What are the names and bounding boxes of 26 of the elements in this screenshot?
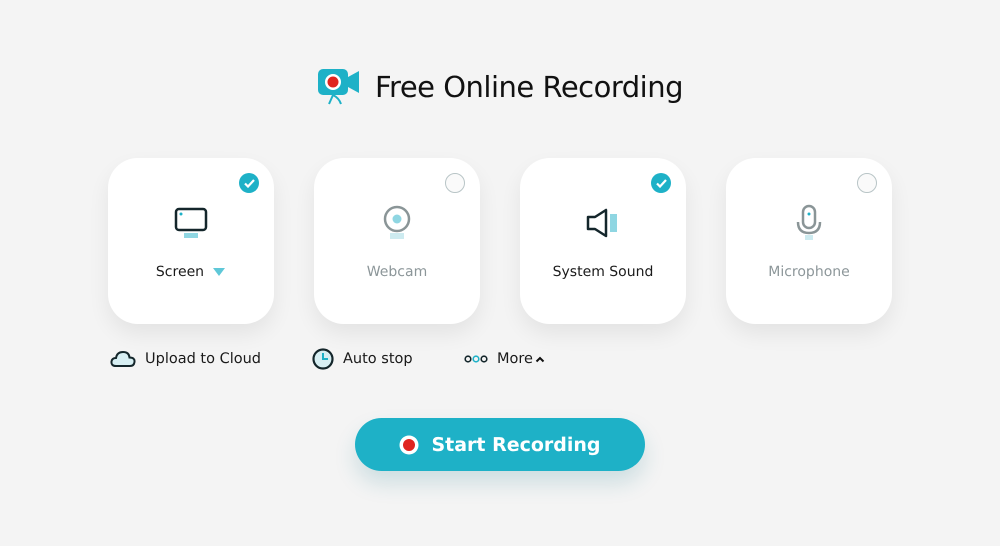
cloud-icon [110, 350, 136, 368]
source-checkbox[interactable] [651, 173, 671, 193]
clock-icon [312, 348, 334, 370]
camera-logo-icon [316, 68, 361, 106]
speaker-icon [586, 208, 620, 238]
dots-icon [464, 355, 488, 363]
page-title: Free Online Recording [374, 70, 684, 104]
source-label: Screen [156, 264, 204, 280]
checkmark-icon [244, 178, 254, 188]
monitor-icon [174, 207, 208, 239]
source-checkbox[interactable] [857, 173, 877, 193]
webcam-icon [382, 205, 412, 241]
source-checkbox[interactable] [445, 173, 465, 193]
option-button[interactable]: Upload to Cloud [107, 348, 309, 370]
source-card[interactable]: Screen [108, 158, 274, 324]
source-label: Microphone [768, 264, 850, 280]
checkmark-icon [656, 178, 666, 188]
source-card[interactable]: System Sound [520, 158, 686, 324]
source-label: Webcam [366, 264, 428, 280]
record-icon [399, 434, 420, 454]
option-button[interactable]: More [461, 348, 661, 370]
dropdown-icon[interactable] [212, 267, 226, 277]
microphone-icon [795, 204, 823, 242]
option-button[interactable]: Auto stop [309, 348, 461, 370]
source-label: System Sound [552, 264, 654, 280]
source-checkbox[interactable] [239, 173, 259, 193]
